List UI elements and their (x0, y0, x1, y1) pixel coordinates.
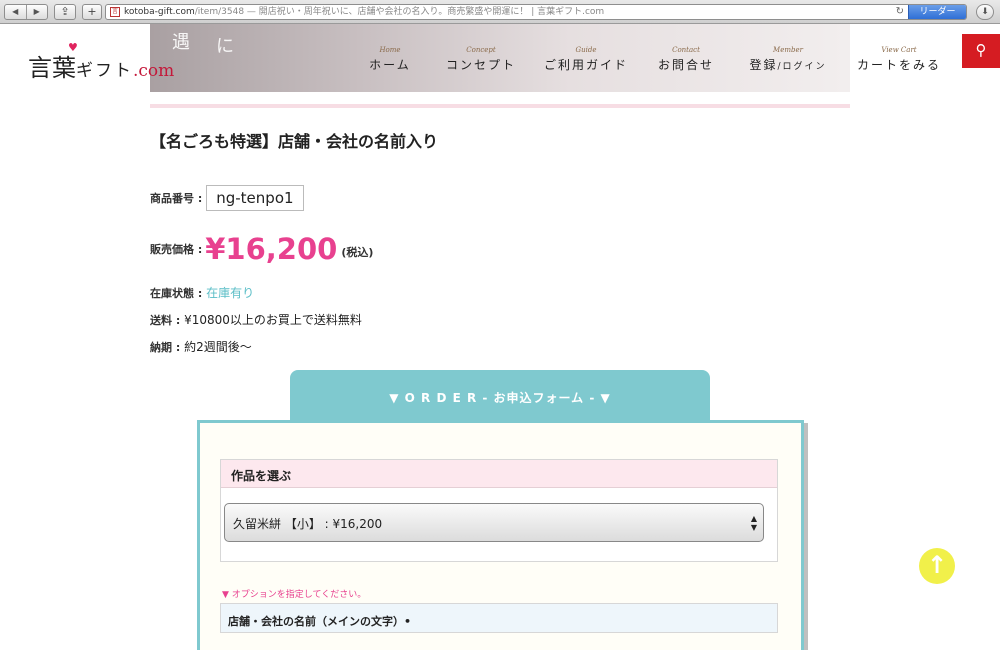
product-code-value: ng-tenpo1 (206, 185, 304, 211)
search-icon: ⚲ (975, 41, 987, 59)
product-code-row: 商品番号 : ng-tenpo1 (150, 185, 304, 211)
product-title: 【名ごろも特選】店舗・会社の名前入り (150, 132, 439, 151)
download-icon[interactable]: ⬇ (976, 4, 994, 20)
header-divider (150, 104, 850, 108)
delivery-value: 約2週間後〜 (184, 340, 252, 354)
option-note: ▼ オプションを指定してください。 (222, 590, 367, 600)
stock-value: 在庫有り (206, 286, 255, 300)
price-value: ¥16,200 (205, 232, 338, 266)
nav-guide[interactable]: Guide ご利用ガイド (543, 46, 629, 73)
product-select-value: 久留米絣 【小】 : ¥16,200 (233, 517, 383, 531)
price-label: 販売価格 : (150, 243, 203, 256)
nav-view-cart[interactable]: View Cart カートをみる (856, 46, 942, 73)
order-form-tab: ▼ O R D E R - お申込フォーム - ▼ (290, 370, 710, 422)
history-buttons: ◀ ▶ (4, 4, 48, 20)
banner-char-1: 遇 (172, 32, 190, 53)
product-select[interactable]: 久留米絣 【小】 : ¥16,200 ▲ ▼ (224, 503, 764, 542)
banner-char-2: に (216, 36, 234, 57)
delivery-row: 納期 : 約2週間後〜 (150, 338, 252, 355)
heart-icon: ♥ (68, 41, 78, 54)
forward-button[interactable]: ▶ (27, 5, 48, 19)
share-button[interactable]: ⇪ (54, 4, 76, 20)
nav-member[interactable]: Member 登録/ログイン (746, 46, 830, 73)
arrow-up-icon: ↑ (926, 551, 948, 579)
browser-toolbar: ◀ ▶ ⇪ + 言 kotoba-gift.com/item/3548 — 開店祝… (0, 0, 1000, 24)
delivery-label: 納期 : (150, 341, 181, 354)
nav-concept[interactable]: Concept コンセプト (446, 46, 516, 73)
reader-button[interactable]: リーダー (908, 5, 966, 19)
select-arrows-icon: ▲ ▼ (750, 514, 757, 532)
product-select-heading: 作品を選ぶ (221, 460, 777, 488)
back-button[interactable]: ◀ (5, 5, 27, 19)
url-domain: kotoba-gift.com (124, 7, 195, 17)
shipping-row: 送料 : ¥10800以上のお買上で送料無料 (150, 311, 362, 328)
product-select-group: 作品を選ぶ 久留米絣 【小】 : ¥16,200 ▲ ▼ (220, 459, 778, 562)
nav-contact[interactable]: Contact お問合せ (657, 46, 715, 73)
favicon-icon: 言 (110, 7, 120, 17)
stock-row: 在庫状態 : 在庫有り (150, 284, 254, 301)
shipping-value: ¥10800以上のお買上で送料無料 (184, 313, 362, 327)
reload-icon[interactable]: ↻ (896, 5, 904, 19)
scroll-to-top-button[interactable]: ↑ (919, 548, 955, 584)
stock-label: 在庫状態 : (150, 287, 203, 300)
search-button[interactable]: ⚲ (962, 34, 1000, 68)
url-page-title: — 開店祝い・周年祝いに、店舗や会社の名入り。商売繁盛や開運に！ | 言葉ギフト… (244, 7, 605, 17)
shipping-label: 送料 : (150, 314, 181, 327)
name-field-group: 店舗・会社の名前（メインの文字）• (220, 603, 778, 633)
site-logo[interactable]: 言葉ギフト.com ♥ (28, 41, 174, 83)
price-row: 販売価格 : ¥16,200 (税込) (150, 232, 373, 266)
site-header: 遇 に 言葉ギフト.com ♥ Home ホーム Concept コンセプト G… (0, 24, 1000, 108)
add-bookmark-button[interactable]: + (82, 4, 102, 20)
address-bar[interactable]: 言 kotoba-gift.com/item/3548 — 開店祝い・周年祝いに、… (105, 4, 967, 20)
nav-home[interactable]: Home ホーム (368, 46, 412, 73)
product-code-label: 商品番号 : (150, 192, 203, 205)
tax-note: (税込) (341, 246, 374, 259)
url-path: /item/3548 (194, 7, 245, 17)
name-field-heading: 店舗・会社の名前（メインの文字）• (228, 615, 412, 628)
